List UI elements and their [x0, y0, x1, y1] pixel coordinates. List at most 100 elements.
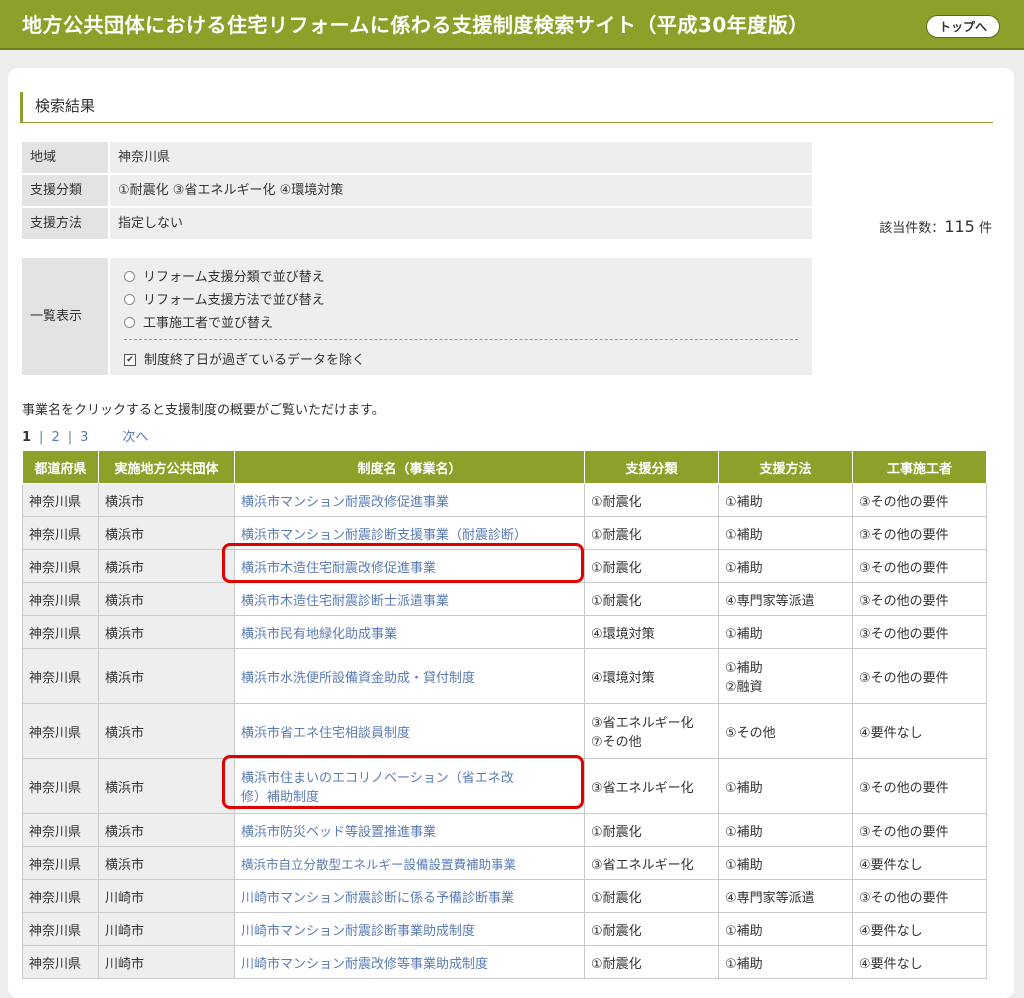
- table-row: 神奈川県 横浜市 横浜市省エネ住宅相談員制度 ③省エネルギー化 ⑦その他 ⑤その他…: [22, 703, 987, 759]
- condition-value: 神奈川県: [110, 142, 812, 173]
- table-row: 神奈川県 川崎市 川崎市マンション耐震改修等事業助成制度 ①耐震化 ①補助 ④要…: [22, 945, 987, 979]
- program-name-link[interactable]: 横浜市水洗便所設備資金助成・貸付制度: [234, 648, 585, 704]
- support-method-cell: ①補助: [718, 846, 853, 880]
- support-method-line: ②融資: [725, 680, 763, 695]
- support-method-cell: ①補助 ②融資: [718, 648, 853, 704]
- support-kind-cell: ①耐震化: [584, 879, 719, 913]
- support-kind-cell: ③省エネルギー化 ⑦その他: [584, 703, 719, 759]
- municipality-cell: 横浜市: [98, 758, 235, 814]
- support-kind-cell: ①耐震化: [584, 483, 719, 517]
- radio-label: リフォーム支援方法で並び替え: [143, 293, 325, 308]
- prefecture-cell: 神奈川県: [22, 615, 99, 649]
- builder-cell: ③その他の要件: [852, 648, 987, 704]
- condition-value: ①耐震化 ③省エネルギー化 ④環境対策: [110, 175, 812, 206]
- support-kind-cell: ①耐震化: [584, 516, 719, 550]
- checkbox-checked-icon: ✔: [124, 353, 136, 366]
- page-link[interactable]: 2: [51, 430, 59, 445]
- exclude-expired-checkbox[interactable]: ✔ 制度終了日が過ぎているデータを除く: [124, 349, 365, 368]
- program-name-link[interactable]: 川崎市マンション耐震診断に係る予備診断事業: [234, 879, 585, 913]
- program-name-link[interactable]: 横浜市防災ベッド等設置推進事業: [234, 813, 585, 847]
- radio-icon: [124, 271, 135, 282]
- column-header: 支援方法: [718, 450, 853, 484]
- condition-label: 支援分類: [22, 175, 108, 206]
- prefecture-cell: 神奈川県: [22, 846, 99, 880]
- radio-label: リフォーム支援分類で並び替え: [143, 270, 325, 285]
- prefecture-cell: 神奈川県: [22, 483, 99, 517]
- column-header: 都道府県: [22, 450, 99, 484]
- column-header: 実施地方公共団体: [98, 450, 235, 484]
- municipality-cell: 横浜市: [98, 549, 235, 583]
- condition-label: 支援方法: [22, 208, 108, 239]
- divider: [124, 339, 798, 340]
- municipality-cell: 横浜市: [98, 483, 235, 517]
- builder-cell: ④要件なし: [852, 846, 987, 880]
- support-method-cell: ①補助: [718, 813, 853, 847]
- condition-region: 地域 神奈川県: [22, 142, 812, 173]
- support-kind-cell: ①耐震化: [584, 549, 719, 583]
- support-method-cell: ④専門家等派遣: [718, 879, 853, 913]
- program-name-link[interactable]: 横浜市自立分散型エネルギー設備設置費補助事業: [234, 846, 585, 880]
- radio-icon: [124, 294, 135, 305]
- builder-cell: ③その他の要件: [852, 758, 987, 814]
- municipality-cell: 横浜市: [98, 615, 235, 649]
- builder-cell: ④要件なし: [852, 703, 987, 759]
- page-link[interactable]: 3: [80, 430, 88, 445]
- support-method-cell: ①補助: [718, 549, 853, 583]
- prefecture-cell: 神奈川県: [22, 648, 99, 704]
- radio-label: 工事施工者で並び替え: [143, 316, 274, 331]
- count-value: 115: [944, 217, 975, 236]
- builder-cell: ④要件なし: [852, 912, 987, 946]
- prefecture-cell: 神奈川県: [22, 945, 99, 979]
- next-page-link[interactable]: 次へ: [122, 430, 148, 445]
- sort-by-method-radio[interactable]: リフォーム支援方法で並び替え: [124, 289, 325, 308]
- municipality-cell: 横浜市: [98, 648, 235, 704]
- support-method-cell: ④専門家等派遣: [718, 582, 853, 616]
- column-header: 支援分類: [584, 450, 719, 484]
- prefecture-cell: 神奈川県: [22, 879, 99, 913]
- municipality-cell: 横浜市: [98, 516, 235, 550]
- builder-cell: ③その他の要件: [852, 516, 987, 550]
- program-name-link[interactable]: 川崎市マンション耐震改修等事業助成制度: [234, 945, 585, 979]
- municipality-cell: 横浜市: [98, 846, 235, 880]
- view-options-label: 一覧表示: [22, 258, 108, 375]
- results-table: 都道府県 実施地方公共団体 制度名（事業名） 支援分類 支援方法 工事施工者 神…: [22, 450, 987, 979]
- support-kind-cell: ③省エネルギー化: [584, 846, 719, 880]
- table-row: 神奈川県 川崎市 川崎市マンション耐震診断に係る予備診断事業 ①耐震化 ④専門家…: [22, 879, 987, 913]
- builder-cell: ④要件なし: [852, 945, 987, 979]
- support-kind-cell: ④環境対策: [584, 648, 719, 704]
- program-name-link[interactable]: 横浜市木造住宅耐震診断士派遣事業: [234, 582, 585, 616]
- support-method-cell: ①補助: [718, 945, 853, 979]
- municipality-cell: 横浜市: [98, 813, 235, 847]
- support-kind-cell: ④環境対策: [584, 615, 719, 649]
- prefecture-cell: 神奈川県: [22, 549, 99, 583]
- prefecture-cell: 神奈川県: [22, 758, 99, 814]
- site-header: 地方公共団体における住宅リフォームに係わる支援制度検索サイト（平成30年度版） …: [0, 0, 1024, 50]
- support-kind-line: ③省エネルギー化: [591, 716, 694, 731]
- sort-by-builder-radio[interactable]: 工事施工者で並び替え: [124, 312, 273, 331]
- condition-label: 地域: [22, 142, 108, 173]
- builder-cell: ③その他の要件: [852, 549, 987, 583]
- site-title: 地方公共団体における住宅リフォームに係わる支援制度検索サイト（平成30年度版）: [22, 13, 809, 37]
- column-header: 工事施工者: [852, 450, 987, 484]
- table-row: 神奈川県 横浜市 横浜市自立分散型エネルギー設備設置費補助事業 ③省エネルギー化…: [22, 846, 987, 880]
- program-name-link[interactable]: 川崎市マンション耐震診断事業助成制度: [234, 912, 585, 946]
- page-current: 1: [22, 430, 32, 445]
- builder-cell: ③その他の要件: [852, 615, 987, 649]
- view-options: 一覧表示 リフォーム支援分類で並び替え リフォーム支援方法で並び替え 工事施工者…: [22, 258, 812, 375]
- program-name-link[interactable]: 横浜市省エネ住宅相談員制度: [234, 703, 585, 759]
- highlight-box: [222, 543, 584, 583]
- table-header-row: 都道府県 実施地方公共団体 制度名（事業名） 支援分類 支援方法 工事施工者: [22, 450, 987, 484]
- table-row: 神奈川県 横浜市 横浜市木造住宅耐震診断士派遣事業 ①耐震化 ④専門家等派遣 ③…: [22, 582, 987, 616]
- program-name-link[interactable]: 横浜市マンション耐震改修促進事業: [234, 483, 585, 517]
- municipality-cell: 川崎市: [98, 945, 235, 979]
- support-kind-cell: ①耐震化: [584, 813, 719, 847]
- checkbox-label: 制度終了日が過ぎているデータを除く: [144, 353, 366, 368]
- top-button[interactable]: トップへ: [925, 15, 1000, 38]
- condition-value: 指定しない: [110, 208, 812, 239]
- highlight-box: [222, 755, 584, 809]
- program-name-link[interactable]: 横浜市民有地緑化助成事業: [234, 615, 585, 649]
- prefecture-cell: 神奈川県: [22, 912, 99, 946]
- sort-by-kind-radio[interactable]: リフォーム支援分類で並び替え: [124, 266, 325, 285]
- pager-separator: |: [39, 430, 44, 445]
- support-method-cell: ①補助: [718, 912, 853, 946]
